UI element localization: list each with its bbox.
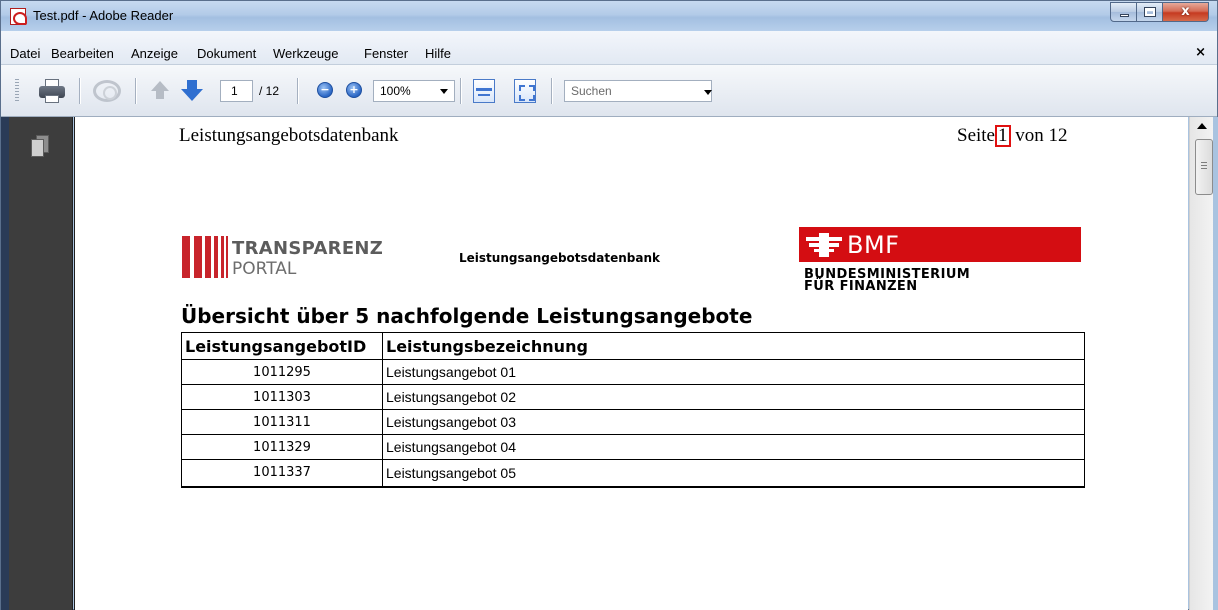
cell-id: 1011295 bbox=[181, 359, 383, 385]
cell-id: 1011329 bbox=[181, 434, 383, 460]
toolbar-separator bbox=[297, 78, 299, 104]
table-row: 1011295 Leistungsangebot 01 bbox=[181, 359, 1085, 385]
cell-name: Leistungsangebot 05 bbox=[382, 459, 1085, 488]
menu-dokument[interactable]: Dokument bbox=[197, 46, 256, 61]
overview-heading: Übersicht über 5 nachfolgende Leistungsa… bbox=[181, 304, 753, 328]
menu-werkzeuge[interactable]: Werkzeuge bbox=[273, 46, 339, 61]
close-document-icon[interactable]: × bbox=[1195, 45, 1206, 60]
current-page-highlight: 1 bbox=[995, 125, 1011, 147]
navigation-pane bbox=[1, 117, 73, 610]
toolbar-separator bbox=[460, 78, 462, 104]
cell-name: Leistungsangebot 03 bbox=[382, 409, 1085, 435]
maximize-button[interactable] bbox=[1137, 2, 1163, 22]
fit-page-icon[interactable] bbox=[514, 79, 536, 103]
page-number-input[interactable]: 1 bbox=[220, 80, 253, 102]
zoom-in-icon[interactable]: + bbox=[346, 82, 362, 98]
close-button[interactable]: x bbox=[1163, 2, 1209, 22]
search-input[interactable]: Suchen bbox=[564, 80, 712, 102]
toolbar-separator bbox=[135, 78, 137, 104]
title-bar[interactable]: Test.pdf - Adobe Reader x bbox=[1, 1, 1217, 31]
center-title: Leistungsangebotsdatenbank bbox=[459, 251, 660, 265]
bmf-subtitle-line2: FÜR FINANZEN bbox=[804, 279, 918, 294]
previous-page-icon[interactable] bbox=[151, 81, 169, 91]
menu-bar: Datei Bearbeiten Anzeige Dokument Werkze… bbox=[1, 31, 1217, 65]
column-header-name: Leistungsbezeichnung bbox=[382, 332, 1085, 360]
cell-id: 1011337 bbox=[181, 459, 383, 488]
column-header-id: LeistungsangebotID bbox=[181, 332, 383, 360]
cell-name: Leistungsangebot 02 bbox=[382, 384, 1085, 410]
menu-datei[interactable]: Datei bbox=[10, 46, 40, 61]
table-header-row: LeistungsangebotID Leistungsbezeichnung bbox=[181, 332, 1085, 360]
document-header-title: Leistungsangebotsdatenbank bbox=[179, 125, 399, 146]
page-total: / 12 bbox=[259, 84, 280, 98]
scroll-thumb[interactable] bbox=[1195, 139, 1213, 195]
window-controls: x bbox=[1110, 2, 1209, 22]
cell-id: 1011311 bbox=[181, 409, 383, 435]
cell-id: 1011303 bbox=[181, 384, 383, 410]
previous-page-icon-stem[interactable] bbox=[156, 90, 164, 99]
toolbar: 1 / 12 − + 100% Suchen bbox=[1, 65, 1217, 117]
bmf-logo: BMF bbox=[799, 227, 1081, 262]
minimize-button[interactable] bbox=[1110, 2, 1137, 22]
table-row: 1011329 Leistungsangebot 04 bbox=[181, 434, 1085, 460]
maximize-icon bbox=[1144, 7, 1156, 17]
zoom-dropdown[interactable]: 100% bbox=[373, 80, 455, 102]
table-row: 1011337 Leistungsangebot 05 bbox=[181, 459, 1085, 488]
close-icon: x bbox=[1181, 4, 1190, 19]
share-icon[interactable] bbox=[93, 80, 121, 102]
adobe-reader-icon bbox=[10, 8, 27, 25]
scroll-up-arrow-icon[interactable] bbox=[1197, 123, 1207, 129]
zoom-value: 100% bbox=[380, 84, 411, 98]
minimize-icon bbox=[1120, 14, 1129, 17]
logo-line1: TRANSPARENZ bbox=[232, 238, 384, 259]
menu-fenster[interactable]: Fenster bbox=[364, 46, 408, 61]
logo-line2: PORTAL bbox=[232, 259, 297, 279]
transparenzportal-logo-icon bbox=[182, 236, 230, 278]
print-icon[interactable] bbox=[39, 79, 65, 103]
document-viewport[interactable]: Leistungsangebotsdatenbank Seite 1 von 12… bbox=[74, 117, 1188, 610]
eagle-icon bbox=[806, 233, 842, 257]
next-page-icon[interactable] bbox=[181, 89, 203, 101]
menu-bearbeiten[interactable]: Bearbeiten bbox=[51, 46, 114, 61]
toolbar-grip[interactable] bbox=[15, 79, 19, 103]
table-row: 1011311 Leistungsangebot 03 bbox=[181, 409, 1085, 435]
menu-anzeige[interactable]: Anzeige bbox=[131, 46, 178, 61]
zoom-out-icon[interactable]: − bbox=[317, 82, 333, 98]
toolbar-separator bbox=[551, 78, 553, 104]
bmf-logo-text: BMF bbox=[847, 231, 900, 259]
chevron-down-icon bbox=[440, 89, 448, 94]
cell-name: Leistungsangebot 04 bbox=[382, 434, 1085, 460]
offers-table: LeistungsangebotID Leistungsbezeichnung … bbox=[181, 332, 1085, 488]
table-row: 1011303 Leistungsangebot 02 bbox=[181, 384, 1085, 410]
reader-window: Test.pdf - Adobe Reader x Datei Bearbeit… bbox=[0, 0, 1218, 610]
toolbar-separator bbox=[79, 78, 81, 104]
fit-width-icon[interactable] bbox=[473, 79, 495, 103]
window-title: Test.pdf - Adobe Reader bbox=[33, 8, 174, 23]
search-options-chevron-icon[interactable] bbox=[704, 90, 712, 95]
menu-hilfe[interactable]: Hilfe bbox=[425, 46, 451, 61]
cell-name: Leistungsangebot 01 bbox=[382, 359, 1085, 385]
document-page-indicator: Seite 1 von 12 bbox=[957, 125, 1068, 147]
page-thumbnails-icon[interactable] bbox=[31, 135, 49, 157]
